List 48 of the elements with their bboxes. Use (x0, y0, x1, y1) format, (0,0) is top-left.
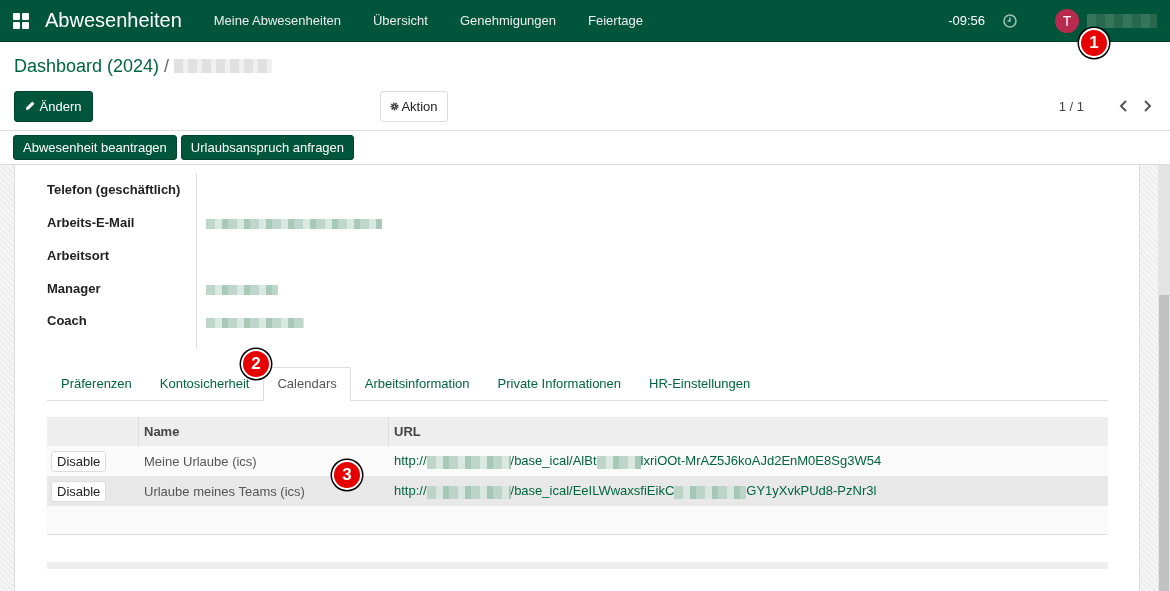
clock-icon[interactable] (1003, 13, 1017, 28)
url-link[interactable]: http:// (394, 453, 427, 469)
breadcrumb-separator: / (164, 55, 170, 77)
column-header: URL (393, 423, 422, 441)
pencil-icon (25, 99, 36, 111)
callout-marker: 1 (1079, 28, 1109, 58)
header-button[interactable]: Urlaubsanspruch anfragen (180, 135, 355, 160)
menu-item[interactable]: Übersicht (373, 13, 428, 28)
next-icon[interactable] (1142, 99, 1152, 113)
field-label: Arbeits-E-Mail (47, 206, 197, 239)
action-button[interactable]: Aktion (379, 90, 448, 122)
edit-button[interactable]: Ändern (14, 90, 93, 122)
table-cell-text: Urlaube meines Teams (ics) (143, 483, 306, 499)
tab[interactable]: Calendars (263, 367, 351, 401)
callout-marker: 2 (241, 349, 271, 379)
url-link[interactable]: /base_ical/EeILWwaxsfiEikC (510, 483, 675, 499)
url-link[interactable]: lxriOOt-MrAZ5J6koAJd2EnM0E8Sg3W54 (640, 453, 882, 469)
field-label: Coach (47, 305, 197, 349)
tab[interactable]: Private Informationen (483, 367, 636, 400)
tab[interactable]: Präferenzen (47, 367, 146, 400)
redacted-block (596, 455, 641, 469)
menu-item[interactable]: Meine Abwesenheiten (213, 13, 341, 28)
url-link[interactable]: GY1yXvkPUd8-PzNr3l (746, 483, 877, 499)
disable-button[interactable]: Disable (51, 480, 107, 502)
callout-marker: 3 (332, 460, 362, 490)
scrollbar[interactable] (1158, 165, 1170, 591)
field-label: Telefon (geschäftlich) (47, 173, 197, 206)
menu-item[interactable]: Feiertage (588, 13, 643, 28)
timer-text: -09:56 (948, 13, 985, 28)
tab[interactable]: Arbeitsinformation (350, 367, 484, 400)
pager-text: 1 / 1 (1058, 98, 1084, 114)
redacted-block (1087, 13, 1157, 28)
header-button[interactable]: Abwesenheit beantragen (13, 135, 177, 160)
user-avatar[interactable]: T (1055, 8, 1079, 33)
tab[interactable]: HR-Einstellungen (635, 367, 765, 400)
gear-icon (389, 101, 399, 111)
apps-grid-icon[interactable] (13, 12, 29, 29)
url-link[interactable]: http:// (394, 483, 427, 499)
redacted-block (206, 284, 278, 295)
app-title[interactable]: Abwesenheiten (45, 9, 182, 32)
previous-icon[interactable] (1119, 99, 1129, 113)
url-link[interactable]: /base_ical/AlBt (510, 453, 597, 469)
field-label: Arbeitsort (47, 239, 197, 272)
menu-item[interactable]: Genehmigungen (459, 13, 557, 28)
disable-button[interactable]: Disable (51, 450, 107, 472)
table-cell-text: Meine Urlaube (ics) (143, 453, 258, 469)
breadcrumb-link[interactable]: Dashboard (2024) (14, 55, 160, 77)
field-label: Manager (47, 272, 197, 305)
